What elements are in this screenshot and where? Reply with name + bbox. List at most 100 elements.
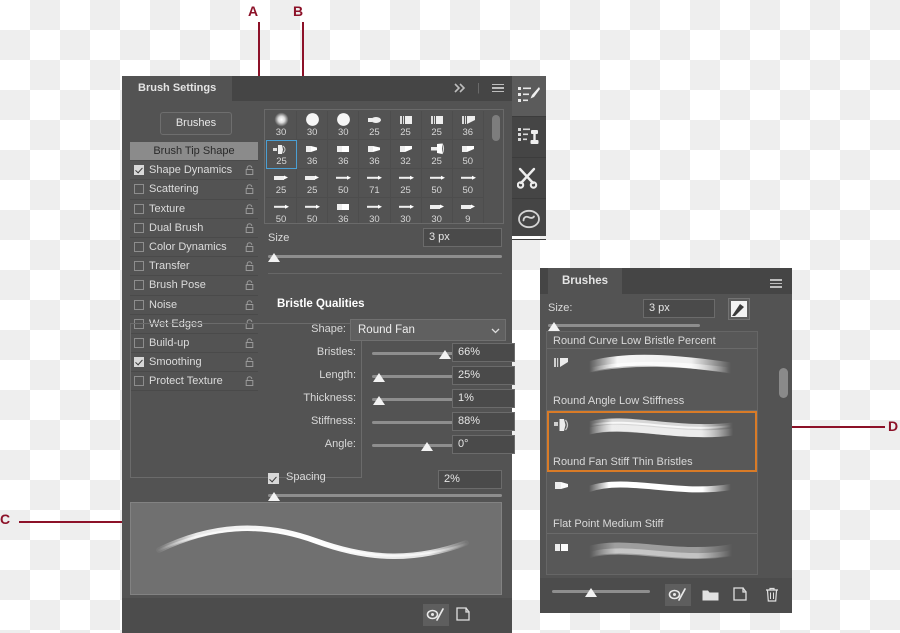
shape-select[interactable]: Round Fan [350,319,506,341]
angle-input[interactable]: 0° [452,435,515,454]
brushes-size-slider-track[interactable] [548,324,700,327]
brushes-size-input[interactable]: 3 px [643,299,715,318]
brush-grid-cell[interactable]: 32 [391,140,422,169]
spacing-checkbox[interactable] [268,473,279,484]
brush-grid-cell[interactable]: 50 [422,169,453,198]
list-item-selected[interactable]: Round Fan Stiff Thin Bristles [547,411,757,472]
brush-grid-cell[interactable]: 25 [297,169,328,198]
size-input[interactable]: 3 px [423,228,502,247]
lock-icon[interactable] [245,261,254,271]
brush-grid-cell[interactable]: 50 [453,140,484,169]
brushes-footer-slider-knob[interactable] [585,588,597,597]
brush-grid-cell[interactable]: 36 [328,198,359,224]
brush-grid-cell[interactable]: 25 [266,169,297,198]
size-slider-knob[interactable] [268,253,280,262]
brush-grid-cell[interactable]: 50 [328,169,359,198]
option-color-dynamics[interactable]: Color Dynamics [130,238,258,257]
spacing-slider-knob[interactable] [268,492,280,501]
brush-grid-cell[interactable]: 9 [453,198,484,224]
toggle-brush-settings-button[interactable] [423,604,449,626]
option-dual-brush[interactable]: Dual Brush [130,219,258,238]
brush-grid-cell[interactable]: 25 [422,140,453,169]
brushes-size-slider-knob[interactable] [548,322,560,331]
brushes-button[interactable]: Brushes [160,112,232,135]
thickness-input[interactable]: 1% [452,389,515,408]
option-checkbox[interactable] [134,300,144,310]
angle-slider-knob[interactable] [421,442,433,451]
brush-grid-cell[interactable]: 25 [391,169,422,198]
brushes-list-scrollbar[interactable] [779,368,788,398]
brush-grid-cell[interactable]: 50 [453,169,484,198]
new-brush-button[interactable] [728,584,754,606]
brush-grid-cell[interactable]: 36 [359,140,390,169]
option-transfer[interactable]: Transfer [130,257,258,276]
brush-grid-cell[interactable]: 36 [297,140,328,169]
option-shape-dynamics[interactable]: Shape Dynamics [130,161,258,180]
creative-cloud-libraries-tool[interactable] [512,199,546,240]
lock-icon[interactable] [245,223,254,233]
option-checkbox[interactable] [134,223,144,233]
lock-icon[interactable] [245,300,254,310]
brushes-footer-slider-track[interactable] [552,590,650,593]
option-brush-pose[interactable]: Brush Pose [130,276,258,295]
brush-grid-cell[interactable]: 25 [422,111,453,140]
brush-grid-cell[interactable]: 36 [328,140,359,169]
tab-brush-settings[interactable]: Brush Settings [122,76,232,101]
list-item[interactable]: Round Angle Low Stiffness [547,349,757,411]
hamburger-menu-icon[interactable] [492,82,504,95]
list-item[interactable]: Flat Point Medium Stiff [547,472,757,534]
brush-grid-cell[interactable]: 50 [266,198,297,224]
brush-grid-cell[interactable]: 50 [297,198,328,224]
double-chevron-right-icon[interactable] [454,83,467,93]
toggle-brush-settings-button[interactable] [665,584,691,606]
option-brush-tip-shape[interactable]: Brush Tip Shape [130,142,258,161]
brush-grid-scrollbar[interactable] [492,115,500,141]
lock-icon[interactable] [245,184,254,194]
bristles-slider-knob[interactable] [439,350,451,359]
tab-brushes[interactable]: Brushes [548,268,622,294]
new-brush-preset-button[interactable] [451,604,477,626]
new-group-button[interactable] [697,584,723,606]
brush-grid-cell[interactable]: 71 [359,169,390,198]
brush-grid-cell[interactable]: 30 [328,111,359,140]
bristles-input[interactable]: 66% [452,343,515,362]
thickness-slider-knob[interactable] [373,396,385,405]
clone-source-tool[interactable] [512,117,546,158]
stiffness-input[interactable]: 88% [452,412,515,431]
hamburger-menu-icon[interactable] [770,277,782,290]
brush-grid-cell[interactable]: 30 [297,111,328,140]
tool-presets-tool[interactable] [512,158,546,199]
spacing-slider-track[interactable] [268,494,502,497]
brushes-list[interactable]: Round Curve Low Bristle Percent Round An… [546,331,758,575]
brush-grid-cell[interactable]: 30 [359,198,390,224]
lock-icon[interactable] [245,280,254,290]
list-item[interactable]: Flat Blunt Short Stiff [547,534,757,575]
length-input[interactable]: 25% [452,366,515,385]
option-checkbox[interactable] [134,280,144,290]
option-checkbox[interactable] [134,184,144,194]
brush-grid-cell[interactable]: 36 [453,111,484,140]
brush-grid-cell[interactable]: 25 [359,111,390,140]
option-checkbox[interactable] [134,261,144,271]
brush-grid-cell[interactable]: 30 [266,111,297,140]
lock-icon[interactable] [245,204,254,214]
option-texture[interactable]: Texture [130,200,258,219]
brush-grid-cell[interactable]: 30 [422,198,453,224]
brush-grid-cell-selected[interactable]: 25 [266,140,297,169]
size-slider-track[interactable] [268,255,502,258]
lock-icon[interactable] [245,242,254,252]
option-checkbox[interactable] [134,242,144,252]
brush-grid-cell[interactable]: 30 [391,198,422,224]
spacing-input[interactable]: 2% [438,470,502,489]
option-noise[interactable]: Noise [130,296,258,315]
brush-preset-grid[interactable]: 30 30 30 [264,109,504,224]
brush-settings-tool[interactable] [512,76,546,117]
lock-icon[interactable] [245,165,254,175]
option-scattering[interactable]: Scattering [130,180,258,199]
length-slider-knob[interactable] [373,373,385,382]
brush-edit-button[interactable] [728,298,750,320]
list-item[interactable]: Round Curve Low Bristle Percent [547,332,757,349]
option-checkbox[interactable] [134,165,144,175]
brush-grid-cell[interactable]: 25 [391,111,422,140]
delete-brush-button[interactable] [759,584,785,606]
